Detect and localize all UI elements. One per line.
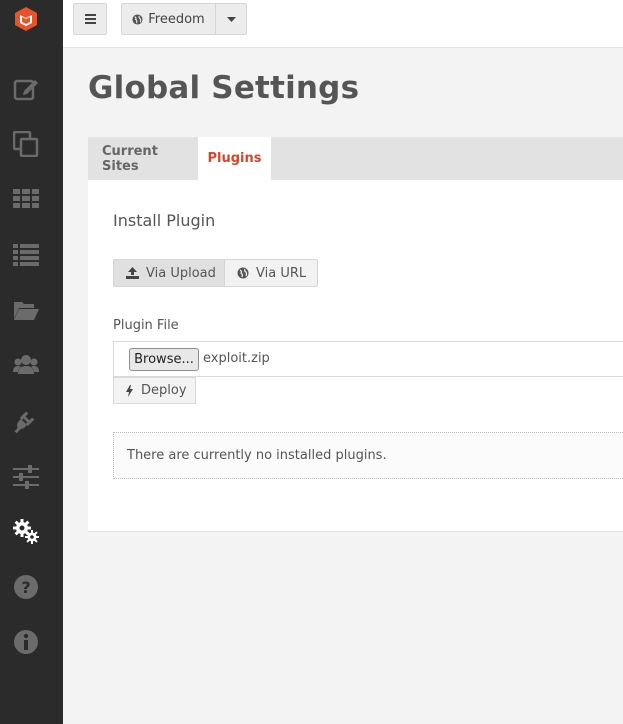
via-upload-button[interactable]: Via Upload xyxy=(113,259,225,287)
users-icon[interactable] xyxy=(12,351,40,379)
site-switcher-button[interactable]: Freedom xyxy=(121,3,216,35)
empty-state-message: There are currently no installed plugins… xyxy=(127,448,387,463)
svg-text:?: ? xyxy=(21,578,30,597)
folder-open-icon[interactable] xyxy=(12,296,40,324)
via-url-button[interactable]: Via URL xyxy=(224,259,318,287)
menu-toggle-button[interactable] xyxy=(73,3,107,35)
tab-current-sites[interactable]: Current Sites xyxy=(88,137,198,180)
plug-icon[interactable] xyxy=(12,406,40,434)
sliders-icon[interactable] xyxy=(12,463,40,491)
via-upload-label: Via Upload xyxy=(146,265,216,281)
browse-button[interactable]: Browse... xyxy=(129,348,199,371)
site-dropdown-button[interactable] xyxy=(215,3,247,35)
page-title: Global Settings xyxy=(88,70,360,106)
globe-icon xyxy=(237,267,249,279)
caret-down-icon xyxy=(226,16,236,22)
top-bar: Freedom xyxy=(63,0,623,48)
copy-icon[interactable] xyxy=(12,130,40,158)
installed-plugins-list: There are currently no installed plugins… xyxy=(113,432,623,479)
selected-file-name: exploit.zip xyxy=(203,351,270,366)
tab-plugins[interactable]: Plugins xyxy=(198,137,271,180)
grid-icon[interactable] xyxy=(12,185,40,213)
gears-icon[interactable] xyxy=(12,517,40,545)
edit-icon[interactable] xyxy=(12,75,40,103)
section-title: Install Plugin xyxy=(113,211,216,230)
deploy-label: Deploy xyxy=(141,383,187,398)
plugin-file-label: Plugin File xyxy=(113,318,179,333)
site-name: Freedom xyxy=(148,11,205,27)
via-url-label: Via URL xyxy=(256,265,307,281)
brand-logo[interactable] xyxy=(13,6,39,32)
tab-bar: Current Sites Plugins xyxy=(88,137,623,180)
help-icon[interactable]: ? xyxy=(12,573,40,601)
info-icon[interactable] xyxy=(12,628,40,656)
hamburger-icon xyxy=(84,14,96,24)
bolt-icon xyxy=(126,384,133,397)
upload-icon xyxy=(126,267,139,279)
plugins-panel: Install Plugin Via Upload Via URL Plugin… xyxy=(88,180,623,532)
sidebar: ? xyxy=(0,0,63,724)
plugin-file-input[interactable]: Browse... exploit.zip xyxy=(113,341,623,377)
list-icon[interactable] xyxy=(12,240,40,268)
globe-icon xyxy=(132,13,143,25)
deploy-button[interactable]: Deploy xyxy=(113,377,196,404)
